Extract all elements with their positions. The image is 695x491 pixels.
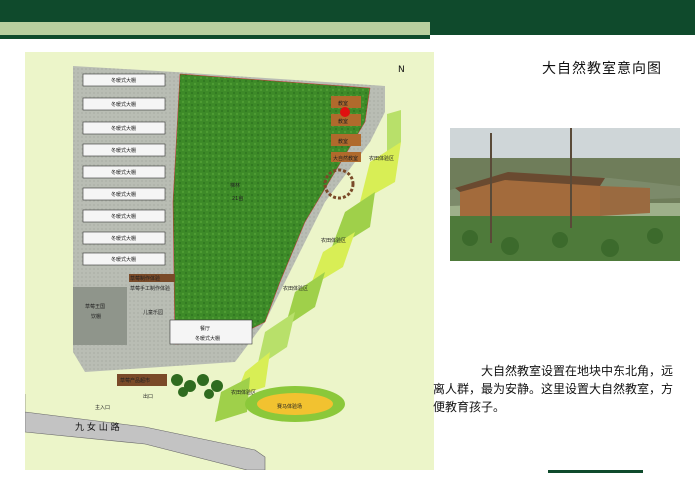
greenhouse-label: 冬暖式大棚 — [111, 213, 136, 220]
site-plan-map: 梯林 21亩 冬暖式大棚 冬暖式大棚 冬暖式大棚 冬暖式大棚 冬暖式大棚 冬暖式… — [25, 52, 434, 470]
header-band-dark — [0, 0, 695, 22]
greenhouse-label: 冬暖式大棚 — [111, 77, 136, 84]
classroom-label: 教室 — [338, 118, 348, 125]
header-rule — [0, 35, 430, 39]
tree-trunk — [570, 128, 572, 228]
farm-zone-label: 农田体验区 — [321, 237, 346, 244]
produce-shop-label: 草莓产品超市 — [120, 377, 150, 384]
strawberry-handcraft-label: 草莓手工制作体验 — [130, 285, 170, 292]
compass-icon: N — [398, 65, 405, 75]
farm-zone-label: 农田体验区 — [283, 285, 308, 292]
header-band-light — [0, 22, 430, 35]
greenhouse-label: 冬暖式大棚 — [111, 147, 136, 154]
footer-rule — [548, 470, 643, 473]
header-band-accent — [430, 22, 695, 35]
exit-label: 出口 — [143, 393, 153, 400]
kids-area-label: 儿童乐园 — [143, 309, 163, 316]
greenhouse-label: 冬暖式大棚 — [111, 169, 136, 176]
location-marker — [340, 107, 350, 117]
nature-classroom-label: 大自然教室 — [333, 155, 358, 162]
description-text: 大自然教室设置在地块中东北角，远离人群，最为安静。这里设置大自然教室，方便教育孩… — [433, 364, 674, 414]
field-label: 梯林 — [230, 182, 240, 189]
strawberry-kingdom-label: 草莓王国 — [85, 303, 105, 310]
road-label: 九 女 山 路 — [75, 421, 120, 433]
greenhouse-label: 冬暖式大棚 — [111, 256, 136, 263]
greenhouse-label: 冬暖式大棚 — [111, 235, 136, 242]
greenhouse-label: 冬暖式大棚 — [111, 101, 136, 108]
restaurant-greenhouse-label: 冬暖式大棚 — [195, 335, 220, 342]
tree-trunk — [490, 133, 492, 243]
entrance-label: 主入口 — [95, 404, 110, 411]
field-sublabel: 21亩 — [232, 195, 243, 202]
greenhouse-label: 冬暖式大棚 — [111, 191, 136, 198]
page-title: 大自然教室意向图 — [542, 61, 662, 77]
classroom-label: 教室 — [338, 138, 348, 145]
greenhouse-label: 冬暖式大棚 — [111, 125, 136, 132]
strawberry-workshop-label: 草莓制作体验 — [130, 275, 160, 282]
farm-zone-label: 农田体验区 — [369, 155, 394, 162]
strawberry-shed-label: 饮棚 — [91, 313, 101, 320]
classroom-label: 教室 — [338, 100, 348, 107]
tree-cluster — [171, 374, 223, 399]
restaurant-label: 餐厅 — [200, 325, 210, 332]
racing-label: 赛马体验场 — [277, 403, 302, 410]
classroom-photo — [450, 128, 680, 261]
